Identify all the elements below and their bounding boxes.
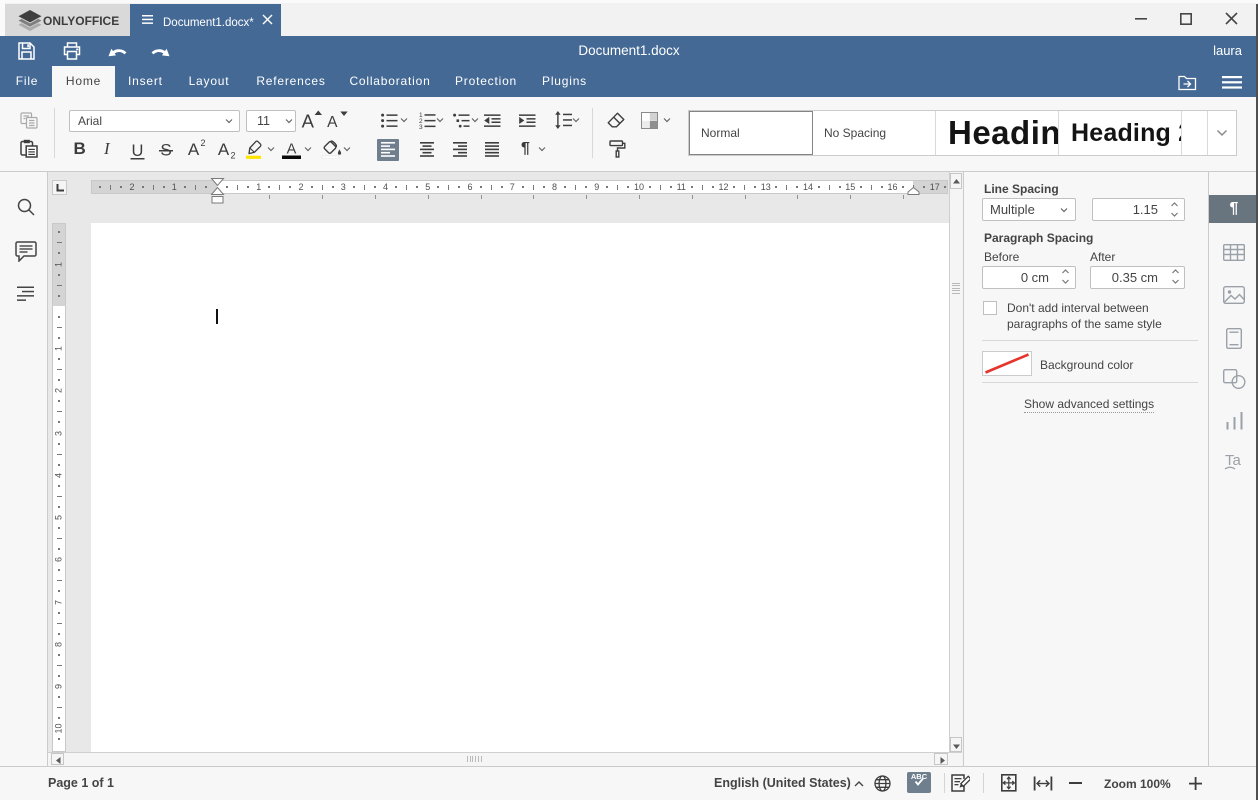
svg-text:2: 2 — [230, 151, 235, 160]
svg-text:Ta: Ta — [1225, 452, 1242, 469]
svg-text:2: 2 — [200, 139, 205, 148]
svg-text:A: A — [302, 111, 315, 131]
svg-text:A: A — [188, 140, 200, 157]
svg-text:ABC: ABC — [911, 772, 928, 781]
svg-text:A: A — [327, 114, 338, 128]
svg-text:U: U — [132, 142, 144, 160]
svg-text:3: 3 — [419, 124, 423, 129]
svg-text:S: S — [160, 141, 171, 160]
svg-text:A: A — [287, 142, 297, 158]
svg-text:A: A — [218, 140, 230, 159]
